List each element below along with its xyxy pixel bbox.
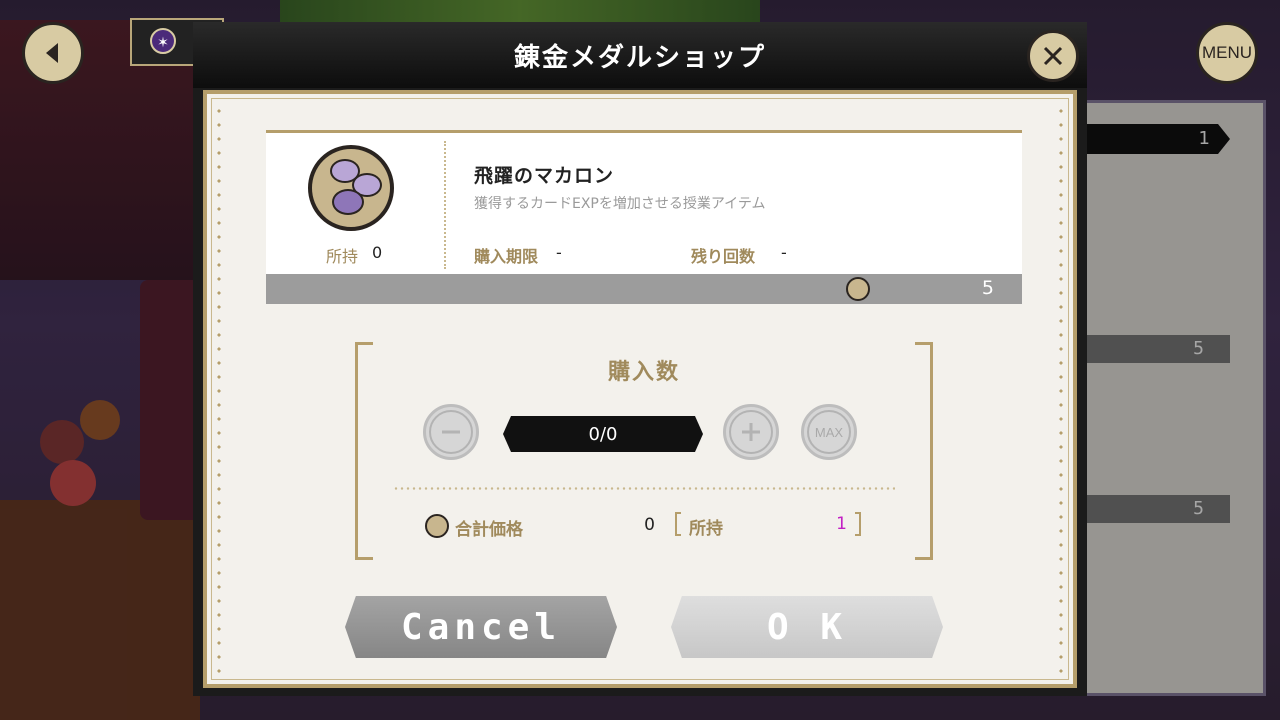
macaron-shape [332, 189, 364, 215]
purchase-limit-label: 購入期限 [474, 247, 539, 266]
divider-dotted [393, 487, 895, 490]
divider [444, 141, 446, 269]
item-info-panel: 所持 0 飛躍のマカロン 獲得するカードEXPを増加させる授業アイテム 購入期限… [266, 130, 1022, 274]
owned-medals-label: 所持 [689, 519, 723, 539]
max-button[interactable]: MAX [801, 404, 857, 460]
minus-icon [429, 410, 473, 454]
close-icon [1043, 46, 1063, 66]
dialog-body: 所持 0 飛躍のマカロン 獲得するカードEXPを増加させる授業アイテム 購入期限… [203, 90, 1077, 688]
bracket-left [675, 512, 681, 536]
ok-button[interactable]: O K [671, 596, 943, 658]
decorative-dots-right [1059, 104, 1063, 674]
back-arrow-icon [46, 43, 58, 63]
increase-button[interactable] [723, 404, 779, 460]
price-bar: 5 [266, 274, 1022, 304]
quantity-title: 購入数 [607, 360, 680, 385]
bracket-right [855, 512, 861, 536]
decrease-button[interactable] [423, 404, 479, 460]
alchemy-medal-icon [846, 277, 870, 301]
macaron-icon [308, 145, 394, 231]
owned-value: 0 [372, 243, 383, 262]
total-price-value: 0 [644, 515, 655, 535]
back-button[interactable] [22, 22, 84, 84]
total-price-label: 合計価格 [455, 520, 523, 540]
item-name: 飛躍のマカロン [474, 165, 615, 187]
owned-medals-value: 1 [836, 514, 847, 534]
cancel-button[interactable]: Cancel [345, 596, 617, 658]
owned-medals: 所持 1 [675, 512, 861, 540]
medal-chip-icon: ✶ [150, 28, 176, 54]
item-price: 5 [981, 277, 994, 299]
dialog-title: 錬金メダルショップ [513, 42, 766, 73]
max-label: MAX [807, 410, 851, 454]
quantity-panel: 購入数 0/0 MAX 合計価格 0 所持 1 [355, 342, 933, 560]
owned-label: 所持 [326, 247, 359, 266]
remaining-label: 残り回数 [691, 247, 756, 266]
item-description: 獲得するカードEXPを増加させる授業アイテム [474, 196, 766, 212]
alchemy-medal-icon [425, 514, 449, 538]
shop-dialog: 錬金メダルショップ 所持 0 飛躍のマカロン 獲得するカードEXPを増加させる授… [193, 22, 1087, 696]
remaining-value: - [781, 243, 787, 262]
item-card: 所持 0 飛躍のマカロン 獲得するカードEXPを増加させる授業アイテム 購入期限… [266, 130, 1022, 306]
plus-icon [729, 410, 773, 454]
decorative-dots-left [217, 104, 221, 674]
close-button[interactable] [1027, 30, 1079, 82]
quantity-display: 0/0 [503, 416, 703, 452]
purchase-limit-value: - [556, 243, 562, 262]
menu-button[interactable]: MENU [1196, 22, 1258, 84]
dialog-header: 錬金メダルショップ [193, 22, 1087, 88]
